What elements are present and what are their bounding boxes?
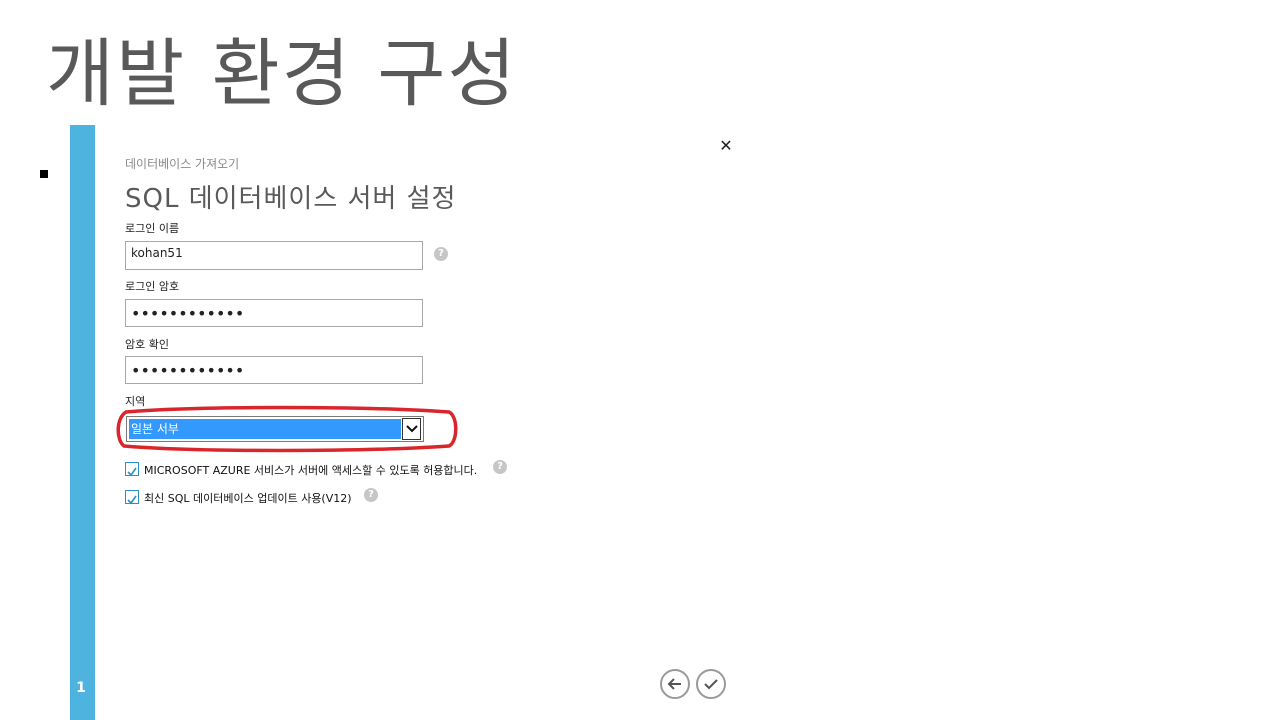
login-name-field-wrapper [125, 241, 423, 270]
region-select[interactable]: 일본 서부 [126, 416, 424, 442]
help-icon[interactable]: ? [434, 247, 448, 261]
confirm-password-input[interactable]: •••••••••••• [125, 356, 423, 384]
checkmark-icon [127, 467, 137, 477]
chevron-down-icon[interactable] [402, 418, 421, 440]
page-number: 1 [76, 680, 86, 696]
login-password-value: •••••••••••• [131, 304, 245, 323]
region-selected-value: 일본 서부 [129, 419, 401, 439]
allow-azure-label: MICROSOFT AZURE 서비스가 서버에 액세스할 수 있도록 허용합니… [144, 464, 478, 477]
login-password-input[interactable]: •••••••••••• [125, 299, 423, 327]
confirm-password-value: •••••••••••• [131, 361, 245, 380]
latest-sql-label: 최신 SQL 데이터베이스 업데이트 사용(V12) [144, 492, 352, 505]
login-name-label: 로그인 이름 [125, 222, 180, 235]
arrow-left-icon [667, 678, 681, 690]
help-icon[interactable]: ? [364, 488, 378, 502]
confirm-password-label: 암호 확인 [125, 338, 169, 351]
latest-sql-checkbox[interactable] [125, 490, 139, 505]
dialog-accent-bar [70, 125, 95, 720]
checkmark-icon [704, 679, 718, 690]
close-icon[interactable]: ✕ [718, 137, 734, 155]
login-name-input[interactable] [125, 241, 423, 270]
dialog-subtitle: 데이터베이스 가져오기 [125, 157, 240, 171]
dialog-title: SQL 데이터베이스 서버 설정 [125, 184, 457, 214]
allow-azure-checkbox[interactable] [125, 462, 139, 477]
confirm-button[interactable] [696, 669, 726, 699]
help-icon[interactable]: ? [493, 460, 507, 474]
login-password-label: 로그인 암호 [125, 280, 180, 293]
slide-title: 개발 환경 구성 [46, 31, 518, 117]
back-button[interactable] [660, 669, 690, 699]
checkmark-icon [127, 495, 137, 505]
bullet-marker [40, 170, 48, 178]
